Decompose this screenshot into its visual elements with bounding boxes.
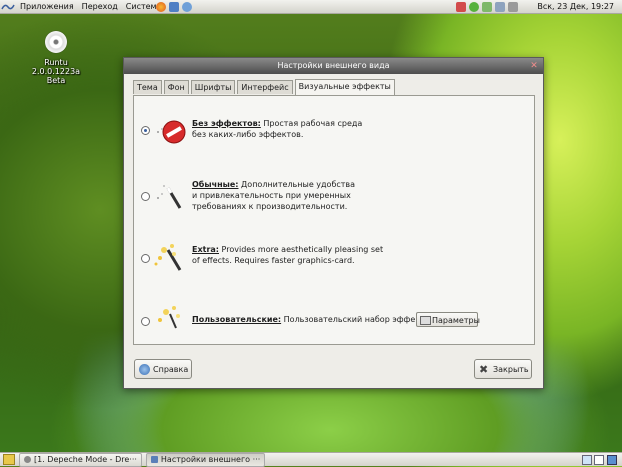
desktop-icon-runtu[interactable]: Runtu 2.0.0.1223a Beta bbox=[28, 31, 84, 85]
option-normal-desc2: и привлекательность при умеренных bbox=[192, 191, 351, 200]
option-normal-desc3: требованиях к производительности. bbox=[192, 202, 348, 211]
option-no-effects-text: Без эффектов: Простая рабочая среда без … bbox=[192, 118, 492, 140]
option-no-effects-desc1: Простая рабочая среда bbox=[263, 119, 363, 128]
clock[interactable]: Вск, 23 Дек, 19:27 bbox=[537, 2, 614, 11]
tray-display-icon[interactable] bbox=[495, 2, 505, 12]
task-appearance-settings[interactable]: Настройки внешнего ··· bbox=[145, 452, 266, 467]
tray-volume-icon[interactable] bbox=[508, 2, 518, 12]
option-normal-desc1: Дополнительные удобства bbox=[241, 180, 356, 189]
system-tray bbox=[456, 1, 521, 13]
option-no-effects-name: Без эффектов: bbox=[192, 119, 261, 128]
tab-visual-effects[interactable]: Визуальные эффекты bbox=[294, 79, 395, 95]
tray-status-icon[interactable] bbox=[482, 2, 492, 12]
task-music-player[interactable]: [1. Depeche Mode - Dre··· bbox=[19, 452, 142, 467]
close-icon[interactable]: ✕ bbox=[529, 61, 539, 71]
trash-icon[interactable] bbox=[607, 455, 617, 465]
help-launcher-icon[interactable] bbox=[182, 2, 192, 12]
workspace-2-icon[interactable] bbox=[594, 455, 604, 465]
workspace-1-icon[interactable] bbox=[582, 455, 592, 465]
cd-disc-icon bbox=[45, 31, 67, 53]
magic-wand-icon bbox=[157, 185, 182, 209]
params-button[interactable]: Параметры bbox=[416, 312, 480, 327]
option-extra-text: Extra: Provides more aesthetically pleas… bbox=[192, 244, 492, 266]
option-custom-desc1: Пользовательский набор эффектов. bbox=[283, 315, 437, 324]
tab-theme[interactable]: Тема bbox=[133, 80, 162, 94]
option-normal[interactable]: Обычные: Дополнительные удобства и привл… bbox=[134, 174, 534, 218]
firefox-icon[interactable] bbox=[156, 2, 166, 12]
no-effects-icon bbox=[157, 120, 186, 144]
help-icon bbox=[139, 364, 150, 375]
help-button[interactable]: Справка bbox=[134, 359, 192, 379]
sparkle-wand-icon bbox=[154, 244, 182, 271]
option-extra-name: Extra: bbox=[192, 245, 219, 254]
distro-logo-icon[interactable] bbox=[0, 0, 16, 14]
option-normal-text: Обычные: Дополнительные удобства и привл… bbox=[192, 179, 492, 212]
close-button-label: Закрыть bbox=[493, 365, 529, 374]
launchers bbox=[156, 1, 195, 13]
visual-effects-panel: Без эффектов: Простая рабочая среда без … bbox=[133, 95, 535, 345]
option-normal-name: Обычные: bbox=[192, 180, 239, 189]
task-appearance-label: Настройки внешнего ··· bbox=[160, 454, 261, 464]
params-icon bbox=[420, 316, 431, 325]
option-no-effects-desc2: без каких-либо эффектов. bbox=[192, 130, 304, 139]
params-button-label: Параметры bbox=[432, 316, 480, 325]
radio-no-effects[interactable] bbox=[141, 126, 150, 135]
desktop-icon-label: Runtu 2.0.0.1223a Beta bbox=[31, 58, 81, 85]
bottom-panel: [1. Depeche Mode - Dre··· Настройки внеш… bbox=[0, 452, 622, 467]
dialog-title: Настройки внешнего вида bbox=[277, 61, 390, 70]
radio-normal[interactable] bbox=[141, 192, 150, 201]
close-x-icon: ✖ bbox=[479, 363, 489, 376]
tray-update-icon[interactable] bbox=[469, 2, 479, 12]
radio-custom[interactable] bbox=[141, 317, 150, 326]
dialog-titlebar[interactable]: Настройки внешнего вида ✕ bbox=[124, 58, 543, 74]
task-music-label: [1. Depeche Mode - Dre··· bbox=[34, 454, 137, 464]
option-extra[interactable]: Extra: Provides more aesthetically pleas… bbox=[134, 240, 534, 284]
help-button-label: Справка bbox=[153, 365, 189, 374]
tab-fonts[interactable]: Шрифты bbox=[190, 80, 236, 94]
tab-bar: Тема Фон Шрифты Интерфейс Визуальные эфф… bbox=[133, 79, 397, 95]
top-panel: Приложения Переход Система Вск, 23 Дек, … bbox=[0, 0, 622, 14]
tab-background[interactable]: Фон bbox=[163, 80, 189, 94]
menu-applications[interactable]: Приложения bbox=[16, 2, 78, 11]
custom-sparkle-icon bbox=[158, 306, 180, 329]
show-desktop-icon[interactable] bbox=[3, 454, 15, 465]
close-button[interactable]: ✖ Закрыть bbox=[474, 359, 532, 379]
option-no-effects[interactable]: Без эффектов: Простая рабочая среда без … bbox=[134, 114, 534, 158]
option-extra-desc1: Provides more aesthetically pleasing set bbox=[221, 245, 384, 254]
appearance-icon bbox=[150, 456, 158, 463]
appearance-dialog: Настройки внешнего вида ✕ Тема Фон Шрифт… bbox=[123, 57, 544, 389]
option-custom-name: Пользовательские: bbox=[192, 315, 282, 324]
tray-network-icon[interactable] bbox=[456, 2, 466, 12]
menu-places[interactable]: Переход bbox=[78, 2, 122, 11]
mail-icon[interactable] bbox=[169, 2, 179, 12]
option-extra-desc2: of effects. Requires faster graphics-car… bbox=[192, 256, 355, 265]
tab-interface[interactable]: Интерфейс bbox=[237, 80, 293, 94]
music-icon bbox=[24, 456, 31, 463]
radio-extra[interactable] bbox=[141, 254, 150, 263]
